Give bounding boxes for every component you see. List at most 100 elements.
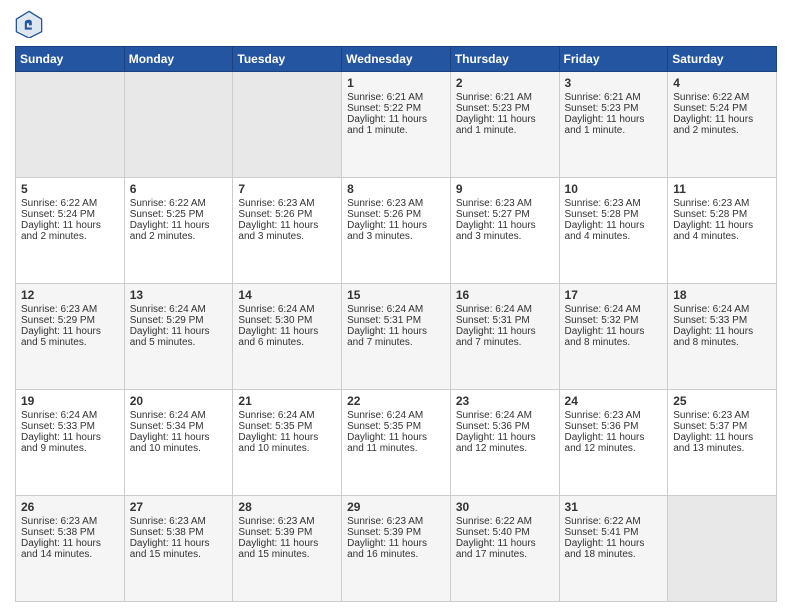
day-cell: 8Sunrise: 6:23 AMSunset: 5:26 PMDaylight…: [342, 178, 451, 284]
day-number: 31: [565, 500, 663, 514]
sunrise-text: Sunrise: 6:23 AM: [130, 516, 206, 527]
sunset-text: Sunset: 5:29 PM: [21, 315, 95, 326]
day-cell: 7Sunrise: 6:23 AMSunset: 5:26 PMDaylight…: [233, 178, 342, 284]
sunset-text: Sunset: 5:31 PM: [347, 315, 421, 326]
sunset-text: Sunset: 5:40 PM: [456, 527, 530, 538]
day-number: 20: [130, 394, 228, 408]
sunset-text: Sunset: 5:29 PM: [130, 315, 204, 326]
day-number: 24: [565, 394, 663, 408]
sunset-text: Sunset: 5:24 PM: [673, 103, 747, 114]
sunrise-text: Sunrise: 6:23 AM: [238, 516, 314, 527]
day-header-wednesday: Wednesday: [342, 47, 451, 72]
logo: [15, 10, 47, 38]
sunrise-text: Sunrise: 6:21 AM: [565, 92, 641, 103]
day-number: 1: [347, 76, 445, 90]
header: [15, 10, 777, 38]
daylight-text: Daylight: 11 hours and 10 minutes.: [238, 432, 318, 454]
daylight-text: Daylight: 11 hours and 7 minutes.: [456, 326, 536, 348]
daylight-text: Daylight: 11 hours and 2 minutes.: [673, 114, 753, 136]
sunrise-text: Sunrise: 6:22 AM: [21, 198, 97, 209]
sunrise-text: Sunrise: 6:24 AM: [130, 410, 206, 421]
sunset-text: Sunset: 5:41 PM: [565, 527, 639, 538]
day-cell: 31Sunrise: 6:22 AMSunset: 5:41 PMDayligh…: [559, 496, 668, 602]
day-number: 16: [456, 288, 554, 302]
sunrise-text: Sunrise: 6:23 AM: [565, 410, 641, 421]
day-cell: [124, 72, 233, 178]
sunrise-text: Sunrise: 6:24 AM: [130, 304, 206, 315]
sunset-text: Sunset: 5:35 PM: [347, 421, 421, 432]
day-cell: 21Sunrise: 6:24 AMSunset: 5:35 PMDayligh…: [233, 390, 342, 496]
day-cell: 24Sunrise: 6:23 AMSunset: 5:36 PMDayligh…: [559, 390, 668, 496]
sunrise-text: Sunrise: 6:24 AM: [21, 410, 97, 421]
sunrise-text: Sunrise: 6:21 AM: [347, 92, 423, 103]
sunset-text: Sunset: 5:27 PM: [456, 209, 530, 220]
sunrise-text: Sunrise: 6:21 AM: [456, 92, 532, 103]
sunset-text: Sunset: 5:31 PM: [456, 315, 530, 326]
week-row-2: 5Sunrise: 6:22 AMSunset: 5:24 PMDaylight…: [16, 178, 777, 284]
daylight-text: Daylight: 11 hours and 3 minutes.: [347, 220, 427, 242]
day-cell: 14Sunrise: 6:24 AMSunset: 5:30 PMDayligh…: [233, 284, 342, 390]
daylight-text: Daylight: 11 hours and 16 minutes.: [347, 538, 427, 560]
sunrise-text: Sunrise: 6:22 AM: [130, 198, 206, 209]
day-cell: 18Sunrise: 6:24 AMSunset: 5:33 PMDayligh…: [668, 284, 777, 390]
day-header-saturday: Saturday: [668, 47, 777, 72]
day-number: 22: [347, 394, 445, 408]
day-cell: 9Sunrise: 6:23 AMSunset: 5:27 PMDaylight…: [450, 178, 559, 284]
daylight-text: Daylight: 11 hours and 8 minutes.: [673, 326, 753, 348]
sunset-text: Sunset: 5:25 PM: [130, 209, 204, 220]
daylight-text: Daylight: 11 hours and 11 minutes.: [347, 432, 427, 454]
day-cell: 11Sunrise: 6:23 AMSunset: 5:28 PMDayligh…: [668, 178, 777, 284]
day-number: 27: [130, 500, 228, 514]
sunrise-text: Sunrise: 6:23 AM: [347, 198, 423, 209]
daylight-text: Daylight: 11 hours and 4 minutes.: [565, 220, 645, 242]
week-row-1: 1Sunrise: 6:21 AMSunset: 5:22 PMDaylight…: [16, 72, 777, 178]
daylight-text: Daylight: 11 hours and 1 minute.: [565, 114, 645, 136]
sunset-text: Sunset: 5:33 PM: [21, 421, 95, 432]
day-cell: [16, 72, 125, 178]
day-number: 10: [565, 182, 663, 196]
sunset-text: Sunset: 5:36 PM: [456, 421, 530, 432]
day-cell: 29Sunrise: 6:23 AMSunset: 5:39 PMDayligh…: [342, 496, 451, 602]
day-cell: 16 Sunrise: 6:24 AMSunset: 5:31 PMDayligh…: [450, 284, 559, 390]
sunset-text: Sunset: 5:23 PM: [456, 103, 530, 114]
sunset-text: Sunset: 5:32 PM: [565, 315, 639, 326]
day-cell: 27Sunrise: 6:23 AMSunset: 5:38 PMDayligh…: [124, 496, 233, 602]
day-cell: 10Sunrise: 6:23 AMSunset: 5:28 PMDayligh…: [559, 178, 668, 284]
daylight-text: Daylight: 11 hours and 12 minutes.: [456, 432, 536, 454]
sunset-text: Sunset: 5:26 PM: [238, 209, 312, 220]
sunset-text: Sunset: 5:28 PM: [673, 209, 747, 220]
sunrise-text: Sunrise: 6:23 AM: [21, 516, 97, 527]
day-number: 11: [673, 182, 771, 196]
logo-icon: [15, 10, 43, 38]
day-number: 18: [673, 288, 771, 302]
sunset-text: Sunset: 5:22 PM: [347, 103, 421, 114]
sunset-text: Sunset: 5:39 PM: [238, 527, 312, 538]
sunrise-text: Sunrise: 6:22 AM: [565, 516, 641, 527]
daylight-text: Daylight: 11 hours and 8 minutes.: [565, 326, 645, 348]
sunrise-text: Sunrise: 6:24 AM: [565, 304, 641, 315]
daylight-text: Daylight: 11 hours and 1 minute.: [456, 114, 536, 136]
daylight-text: Daylight: 11 hours and 7 minutes.: [347, 326, 427, 348]
daylight-text: Daylight: 11 hours and 13 minutes.: [673, 432, 753, 454]
daylight-text: Daylight: 11 hours and 15 minutes.: [130, 538, 210, 560]
calendar-table: SundayMondayTuesdayWednesdayThursdayFrid…: [15, 46, 777, 602]
sunrise-text: Sunrise: 6:24 AM: [238, 410, 314, 421]
day-cell: 1Sunrise: 6:21 AMSunset: 5:22 PMDaylight…: [342, 72, 451, 178]
sunrise-text: Sunrise: 6:24 AM: [456, 304, 532, 315]
day-number: 5: [21, 182, 119, 196]
sunrise-text: Sunrise: 6:23 AM: [238, 198, 314, 209]
day-header-sunday: Sunday: [16, 47, 125, 72]
day-number: 19: [21, 394, 119, 408]
day-cell: 12Sunrise: 6:23 AMSunset: 5:29 PMDayligh…: [16, 284, 125, 390]
day-cell: 2Sunrise: 6:21 AMSunset: 5:23 PMDaylight…: [450, 72, 559, 178]
day-number: 14: [238, 288, 336, 302]
day-header-friday: Friday: [559, 47, 668, 72]
sunrise-text: Sunrise: 6:23 AM: [21, 304, 97, 315]
week-row-3: 12Sunrise: 6:23 AMSunset: 5:29 PMDayligh…: [16, 284, 777, 390]
day-cell: 15Sunrise: 6:24 AMSunset: 5:31 PMDayligh…: [342, 284, 451, 390]
daylight-text: Daylight: 11 hours and 2 minutes.: [21, 220, 101, 242]
day-number: 3: [565, 76, 663, 90]
day-cell: 19Sunrise: 6:24 AMSunset: 5:33 PMDayligh…: [16, 390, 125, 496]
day-header-monday: Monday: [124, 47, 233, 72]
week-row-5: 26Sunrise: 6:23 AMSunset: 5:38 PMDayligh…: [16, 496, 777, 602]
